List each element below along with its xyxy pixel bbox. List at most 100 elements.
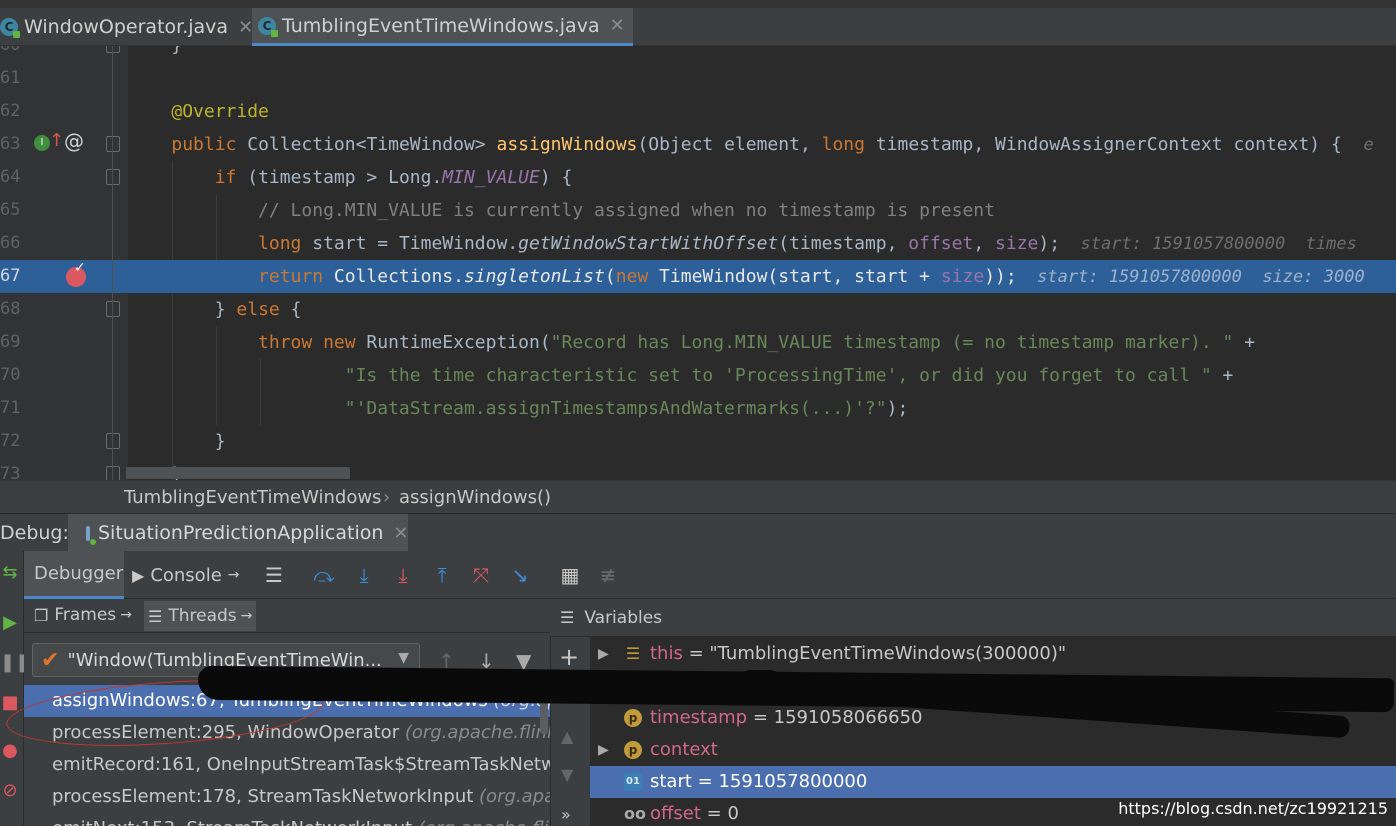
p-icon: p bbox=[624, 709, 642, 727]
fold-marker[interactable] bbox=[106, 466, 120, 480]
tab-frames-label: Frames bbox=[54, 605, 117, 625]
line-number: 73 bbox=[0, 464, 21, 480]
watch-icon: oo bbox=[624, 804, 646, 823]
show-execution-point-icon[interactable]: ☰ bbox=[262, 563, 286, 587]
line-number: 61 bbox=[0, 68, 21, 88]
code-line-65: // Long.MIN_VALUE is currently assigned … bbox=[258, 200, 995, 221]
tab-tumbling-event-time-windows[interactable]: C TumblingEventTimeWindows.java ✕ bbox=[252, 8, 633, 46]
code-editor[interactable]: 60 61 62 63 I ↑ @ 64 65 66 67 ✓ 68 69 70… bbox=[0, 46, 1396, 480]
application-icon bbox=[86, 525, 96, 545]
redaction-mark bbox=[740, 670, 780, 700]
line-number: 62 bbox=[0, 101, 21, 121]
variables-icon: ☰ bbox=[560, 608, 575, 627]
breadcrumb-separator: › bbox=[383, 487, 391, 508]
expand-icon[interactable]: ▶ bbox=[598, 734, 609, 766]
override-arrow-icon[interactable]: ↑ bbox=[49, 130, 64, 151]
pin-icon[interactable]: → bbox=[120, 607, 132, 623]
fold-marker[interactable] bbox=[106, 169, 120, 185]
tab-console-label: Console bbox=[150, 564, 222, 586]
code-line-67-current: return Collections.singletonList(new Tim… bbox=[128, 260, 1396, 293]
session-name: SituationPredictionApplication bbox=[98, 522, 384, 544]
trace-icon[interactable]: ≢ bbox=[596, 563, 620, 587]
step-into-icon[interactable]: ⤓ bbox=[352, 563, 376, 587]
drop-frame-icon[interactable]: ⤧ bbox=[469, 563, 493, 587]
code-line-68: } else { bbox=[214, 299, 302, 320]
console-icon: ▶ bbox=[132, 565, 145, 585]
add-watch-icon[interactable]: + bbox=[559, 643, 579, 671]
variable-row-this[interactable]: ▶ ☰ this = "TumblingEventTimeWindows(300… bbox=[590, 638, 1396, 670]
code-line-69: throw new RuntimeException("Record has L… bbox=[258, 332, 1256, 353]
breadcrumb: TumblingEventTimeWindows › assignWindows… bbox=[0, 480, 1396, 513]
force-step-into-icon[interactable]: ⤓ bbox=[391, 563, 415, 587]
variables-header: ☰ Variables bbox=[550, 599, 1396, 637]
run-to-cursor-icon[interactable]: ↘ bbox=[508, 563, 532, 587]
frame-item[interactable]: emitRecord:161, OneInputStreamTask$Strea… bbox=[24, 749, 550, 781]
frame-item[interactable]: processElement:178, StreamTaskNetworkInp… bbox=[24, 781, 550, 813]
top-strip bbox=[0, 0, 1396, 8]
editor-gutter: 60 61 62 63 I ↑ @ 64 65 66 67 ✓ 68 69 70… bbox=[0, 46, 128, 480]
tab-console[interactable]: ▶ Console → bbox=[132, 551, 260, 599]
threads-icon: ☰ bbox=[148, 606, 163, 626]
breadcrumb-class[interactable]: TumblingEventTimeWindows bbox=[124, 487, 381, 508]
watermark: https://blog.csdn.net/zc19921215 bbox=[1118, 799, 1388, 818]
tab-threads[interactable]: ☰ Threads → bbox=[144, 601, 257, 631]
pin-icon[interactable]: → bbox=[241, 608, 253, 624]
debug-session-tab[interactable]: SituationPredictionApplication ✕ bbox=[68, 514, 409, 552]
tab-window-operator[interactable]: C WindowOperator.java ✕ bbox=[0, 8, 261, 46]
resume-icon[interactable]: ▶ bbox=[0, 613, 20, 633]
line-number: 67 bbox=[0, 266, 21, 286]
class-icon: C bbox=[258, 16, 278, 37]
fold-marker[interactable] bbox=[106, 433, 120, 449]
variables-title: Variables bbox=[584, 607, 663, 628]
fold-guide bbox=[112, 46, 113, 480]
pin-icon[interactable]: → bbox=[228, 567, 240, 583]
rerun-icon[interactable]: ⇆ bbox=[0, 563, 20, 583]
horizontal-scrollbar[interactable] bbox=[126, 467, 350, 479]
step-out-icon[interactable]: ⤒ bbox=[430, 563, 454, 587]
code-line-66: long start = TimeWindow.getWindowStartWi… bbox=[258, 233, 1357, 254]
code-line-70: "Is the time characteristic set to 'Proc… bbox=[344, 365, 1234, 386]
step-over-icon[interactable]: ⤼ bbox=[312, 563, 336, 587]
line-number: 70 bbox=[0, 365, 21, 385]
fold-marker[interactable] bbox=[106, 136, 120, 152]
tab-debugger[interactable]: Debugger bbox=[24, 551, 124, 599]
move-down-icon[interactable]: ▼ bbox=[561, 765, 573, 784]
variable-row-start[interactable]: 01 start = 1591057800000 bbox=[590, 766, 1396, 798]
view-breakpoints-icon[interactable]: ● bbox=[0, 741, 20, 761]
code-line-71: "'DataStream.assignTimestampsAndWatermar… bbox=[344, 398, 909, 419]
code-line-64: if (timestamp > Long.MIN_VALUE) { bbox=[214, 167, 573, 188]
tab-frames[interactable]: ❐ Frames → bbox=[34, 605, 132, 625]
stack-icon: ☰ bbox=[625, 644, 641, 663]
evaluate-expression-icon[interactable]: ▦ bbox=[558, 563, 582, 587]
code-line-72: } bbox=[214, 431, 226, 452]
fold-marker[interactable] bbox=[106, 46, 120, 53]
implements-icon[interactable]: I bbox=[34, 135, 50, 151]
code-line-63: public Collection<TimeWindow> assignWind… bbox=[171, 134, 1374, 155]
variable-row-context[interactable]: ▶ p context bbox=[590, 734, 1396, 766]
move-up-icon[interactable]: ▲ bbox=[561, 727, 573, 746]
debug-title-bar: Debug: SituationPredictionApplication ✕ bbox=[0, 513, 1396, 552]
close-icon[interactable]: ✕ bbox=[610, 15, 625, 36]
close-icon[interactable]: ✕ bbox=[393, 523, 408, 544]
stop-icon[interactable]: ■ bbox=[0, 693, 20, 713]
tab-label: WindowOperator.java bbox=[24, 16, 229, 38]
tab-label: TumblingEventTimeWindows.java bbox=[282, 14, 600, 37]
tab-threads-label: Threads bbox=[168, 606, 237, 626]
chevron-down-icon: ▼ bbox=[398, 650, 409, 666]
fold-marker[interactable] bbox=[106, 301, 120, 317]
primitive-icon: 01 bbox=[624, 773, 642, 791]
variables-side-toolbar: + − ▲ ▼ » bbox=[550, 637, 590, 826]
line-number: 65 bbox=[0, 200, 21, 220]
line-number: 69 bbox=[0, 332, 21, 352]
pause-icon[interactable]: ❚❚ bbox=[0, 653, 30, 673]
debug-action-strip: ⇆ ▶ ❚❚ ■ ● ⊘ bbox=[0, 551, 30, 826]
expand-icon[interactable]: ▶ bbox=[598, 638, 609, 670]
close-icon[interactable]: ✕ bbox=[238, 17, 253, 38]
frame-item[interactable]: emitNext:153, StreamTaskNetworkInput (or… bbox=[24, 813, 550, 826]
breakpoint-check-icon: ✓ bbox=[74, 260, 86, 276]
more-icon[interactable]: » bbox=[561, 805, 571, 824]
breadcrumb-method[interactable]: assignWindows() bbox=[399, 487, 551, 508]
mute-breakpoints-icon[interactable]: ⊘ bbox=[0, 781, 20, 801]
code-line-60: } bbox=[128, 46, 1396, 62]
code-line-62: @Override bbox=[171, 101, 269, 122]
